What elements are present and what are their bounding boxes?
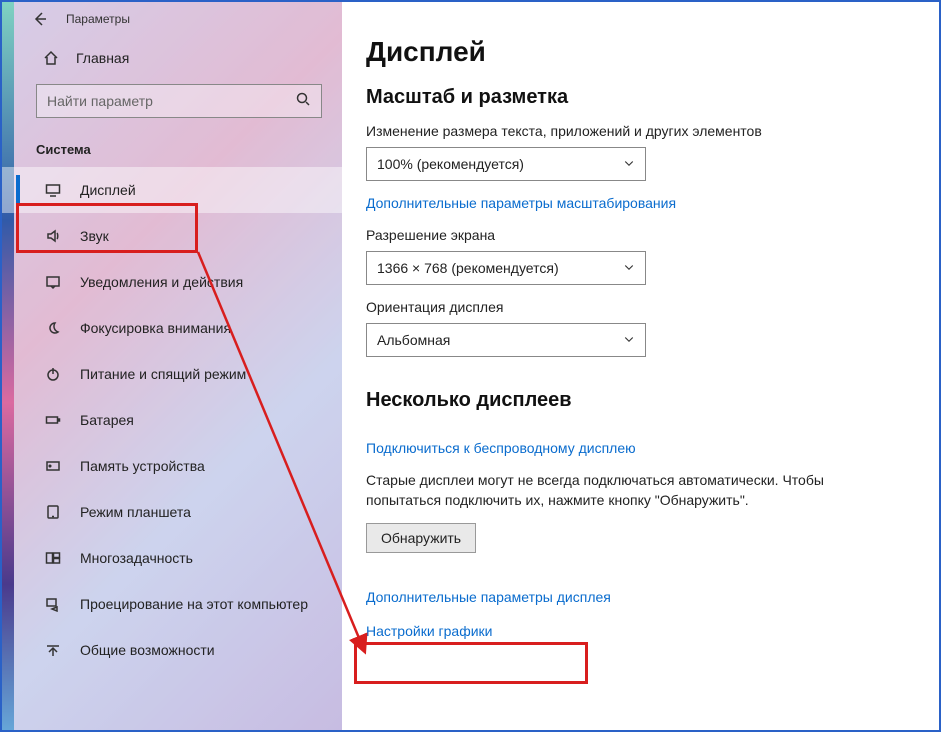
- home-link[interactable]: Главная: [2, 36, 342, 80]
- display-icon: [42, 182, 64, 198]
- nav-item-multitask[interactable]: Многозадачность: [2, 535, 342, 581]
- advanced-scaling-link[interactable]: Дополнительные параметры масштабирования: [366, 195, 676, 211]
- shared-icon: [42, 642, 64, 658]
- nav-label: Режим планшета: [80, 504, 191, 520]
- resolution-select[interactable]: 1366 × 768 (рекомендуется): [366, 251, 646, 285]
- page-title: Дисплей: [366, 36, 899, 68]
- nav-label: Батарея: [80, 412, 134, 428]
- chevron-down-icon: [623, 156, 635, 172]
- nav-label: Многозадачность: [80, 550, 193, 566]
- battery-icon: [42, 412, 64, 428]
- search-box[interactable]: [36, 84, 322, 118]
- detect-button[interactable]: Обнаружить: [366, 523, 476, 553]
- nav-label: Память устройства: [80, 458, 205, 474]
- nav-item-projecting[interactable]: Проецирование на этот компьютер: [2, 581, 342, 627]
- nav-item-sound[interactable]: Звук: [2, 213, 342, 259]
- nav-item-battery[interactable]: Батарея: [2, 397, 342, 443]
- multi-heading: Несколько дисплеев: [366, 389, 899, 412]
- nav-label: Общие возможности: [80, 642, 215, 658]
- back-button[interactable]: [20, 2, 60, 36]
- scale-label: Изменение размера текста, приложений и д…: [366, 123, 899, 139]
- nav-item-shared[interactable]: Общие возможности: [2, 627, 342, 673]
- nav-label: Питание и спящий режим: [80, 366, 246, 382]
- search-input[interactable]: [47, 93, 295, 109]
- orientation-select[interactable]: Альбомная: [366, 323, 646, 357]
- settings-window: Параметры Главная Система Дисплей: [0, 0, 941, 732]
- nav-item-tablet[interactable]: Режим планшета: [2, 489, 342, 535]
- nav-item-notifications[interactable]: Уведомления и действия: [2, 259, 342, 305]
- home-label: Главная: [76, 50, 129, 66]
- chevron-down-icon: [623, 332, 635, 348]
- window-title: Параметры: [66, 12, 130, 26]
- section-label: Система: [2, 118, 342, 167]
- nav-item-focus[interactable]: Фокусировка внимания: [2, 305, 342, 351]
- resolution-value: 1366 × 768 (рекомендуется): [377, 260, 559, 276]
- chevron-down-icon: [623, 260, 635, 276]
- multitask-icon: [42, 550, 64, 566]
- nav-item-storage[interactable]: Память устройства: [2, 443, 342, 489]
- scale-heading: Масштаб и разметка: [366, 86, 899, 109]
- power-icon: [42, 366, 64, 382]
- orientation-value: Альбомная: [377, 332, 450, 348]
- main-content: Дисплей Масштаб и разметка Изменение раз…: [342, 2, 939, 730]
- home-icon: [42, 50, 60, 66]
- connect-wireless-link[interactable]: Подключиться к беспроводному дисплею: [366, 440, 636, 456]
- nav-label: Дисплей: [80, 182, 136, 198]
- storage-icon: [42, 458, 64, 474]
- sidebar: Параметры Главная Система Дисплей: [2, 2, 342, 730]
- tablet-icon: [42, 504, 64, 520]
- nav-item-display[interactable]: Дисплей: [2, 167, 342, 213]
- nav-label: Звук: [80, 228, 109, 244]
- sound-icon: [42, 228, 64, 244]
- detect-help-text: Старые дисплеи могут не всегда подключат…: [366, 470, 899, 511]
- notifications-icon: [42, 274, 64, 290]
- focus-icon: [42, 320, 64, 336]
- resolution-label: Разрешение экрана: [366, 227, 899, 243]
- nav-item-power[interactable]: Питание и спящий режим: [2, 351, 342, 397]
- nav-label: Уведомления и действия: [80, 274, 243, 290]
- graphics-settings-link[interactable]: Настройки графики: [366, 623, 899, 639]
- scale-value: 100% (рекомендуется): [377, 156, 524, 172]
- advanced-display-link[interactable]: Дополнительные параметры дисплея: [366, 589, 899, 605]
- search-icon: [295, 91, 311, 112]
- nav-label: Проецирование на этот компьютер: [80, 596, 308, 612]
- orientation-label: Ориентация дисплея: [366, 299, 899, 315]
- scale-select[interactable]: 100% (рекомендуется): [366, 147, 646, 181]
- nav-label: Фокусировка внимания: [80, 320, 231, 336]
- projecting-icon: [42, 596, 64, 612]
- nav-list: Дисплей Звук Уведомления и действия Фоку…: [2, 167, 342, 673]
